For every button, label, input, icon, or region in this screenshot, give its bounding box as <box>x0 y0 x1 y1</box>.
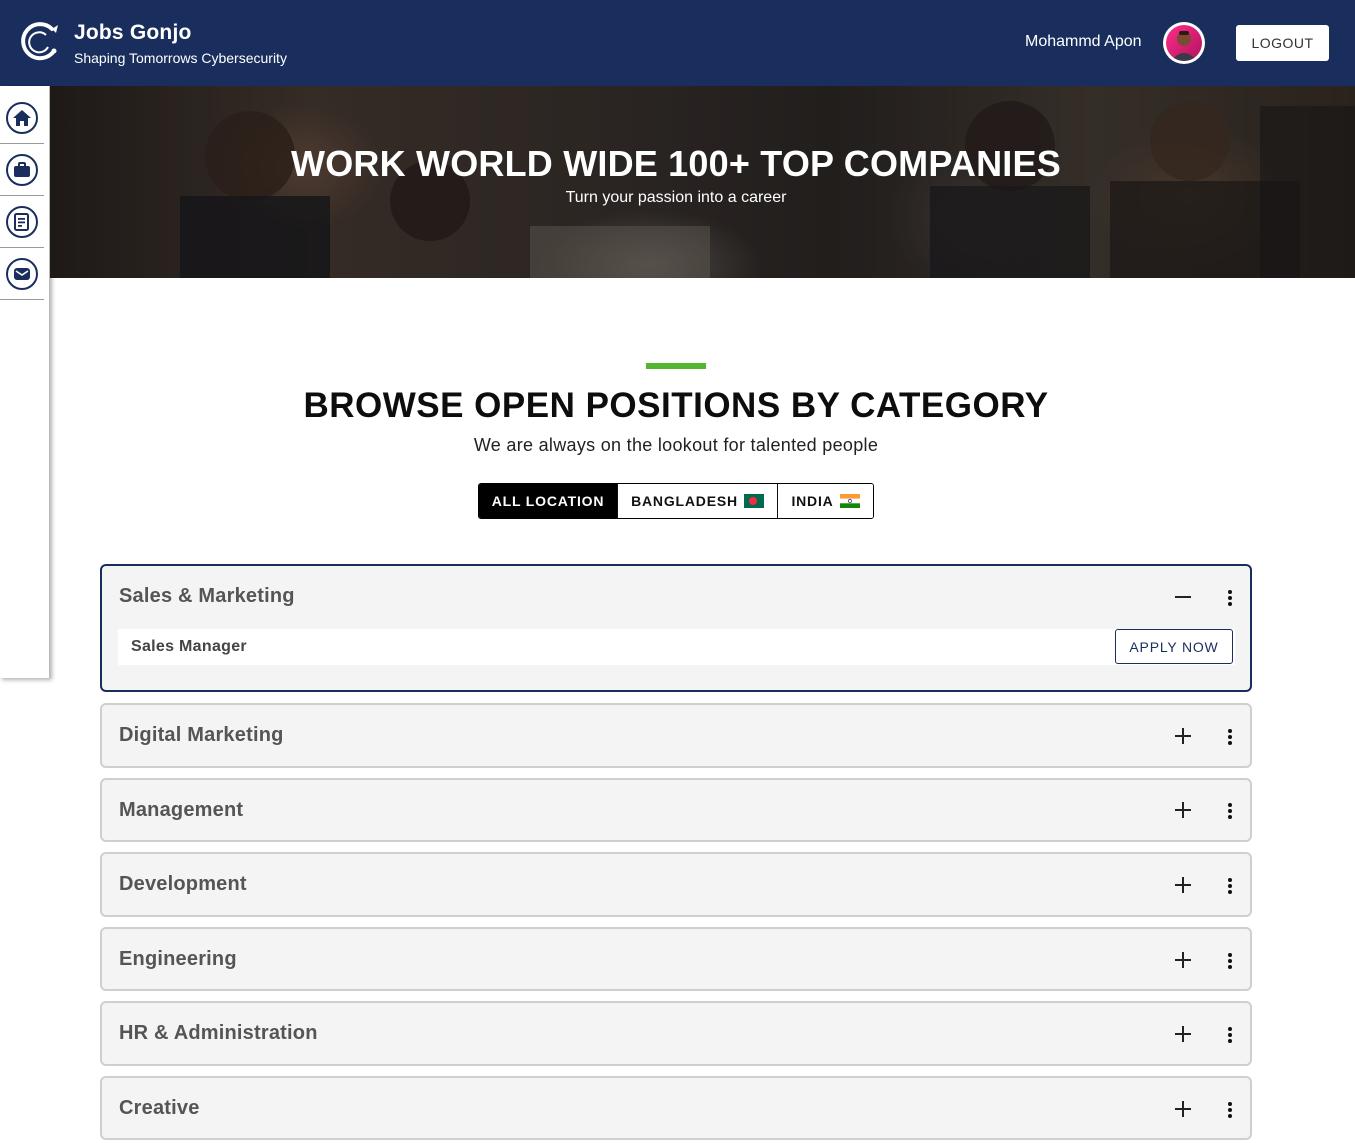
section-title: BROWSE OPEN POSITIONS BY CATEGORY <box>303 386 1049 425</box>
hero-title: WORK WORLD WIDE 100+ TOP COMPANIES <box>291 143 1061 184</box>
category-title[interactable]: Management <box>119 799 243 822</box>
more-vertical-icon[interactable] <box>1224 951 1236 971</box>
job-row: Sales Manager APPLY NOW <box>118 629 1235 665</box>
brand-title[interactable]: Jobs Gonjo <box>74 21 192 45</box>
india-flag-icon <box>839 494 860 508</box>
location-bangladesh-button[interactable]: BANGLADESH <box>617 484 777 518</box>
location-india-label: INDIA <box>791 493 834 509</box>
category-title[interactable]: Digital Marketing <box>119 724 284 747</box>
location-india-button[interactable]: INDIA <box>777 484 873 518</box>
envelope-icon <box>14 267 30 280</box>
collapse-icon[interactable] <box>1172 586 1194 608</box>
expand-icon[interactable] <box>1172 1098 1194 1120</box>
expand-icon[interactable] <box>1172 725 1194 747</box>
category-engineering[interactable]: Engineering <box>100 927 1252 991</box>
category-hr-administration[interactable]: HR & Administration <box>100 1001 1252 1066</box>
location-filter: ALL LOCATION BANGLADESH INDIA <box>478 483 874 519</box>
job-title[interactable]: Sales Manager <box>131 638 247 656</box>
document-list-icon <box>14 212 29 231</box>
avatar-image <box>1166 25 1202 61</box>
section-subtitle: We are always on the lookout for talente… <box>473 435 879 455</box>
location-bangladesh-label: BANGLADESH <box>631 493 738 509</box>
logout-button[interactable]: LOGOUT <box>1236 25 1329 61</box>
category-development[interactable]: Development <box>100 852 1252 917</box>
more-vertical-icon[interactable] <box>1224 1100 1236 1120</box>
user-avatar[interactable] <box>1163 22 1205 64</box>
more-vertical-icon[interactable] <box>1224 876 1236 896</box>
category-management[interactable]: Management <box>100 778 1252 842</box>
expand-icon[interactable] <box>1172 874 1194 896</box>
location-all-label: ALL LOCATION <box>491 493 605 509</box>
category-title[interactable]: Development <box>119 873 247 896</box>
location-all-button[interactable]: ALL LOCATION <box>479 484 617 518</box>
home-icon <box>13 109 31 126</box>
category-digital-marketing[interactable]: Digital Marketing <box>100 703 1252 768</box>
category-title[interactable]: Sales & Marketing <box>119 585 295 608</box>
brand-tagline: Shaping Tomorrows Cybersecurity <box>74 50 287 66</box>
more-vertical-icon[interactable] <box>1224 1025 1236 1045</box>
hero-subtitle: Turn your passion into a career <box>565 189 787 206</box>
category-sales-marketing: Sales & Marketing Sales Manager APPLY NO… <box>100 564 1252 692</box>
category-creative[interactable]: Creative <box>100 1076 1252 1140</box>
more-vertical-icon[interactable] <box>1224 727 1236 747</box>
more-vertical-icon[interactable] <box>1224 588 1236 608</box>
category-title[interactable]: Creative <box>119 1097 200 1120</box>
apply-now-button[interactable]: APPLY NOW <box>1115 629 1233 664</box>
expand-icon[interactable] <box>1172 949 1194 971</box>
expand-icon[interactable] <box>1172 799 1194 821</box>
more-vertical-icon[interactable] <box>1224 801 1236 821</box>
dragon-logo-icon[interactable] <box>18 21 60 63</box>
top-navbar: Jobs Gonjo Shaping Tomorrows Cybersecuri… <box>0 0 1355 86</box>
section-accent-bar <box>646 363 706 369</box>
category-title[interactable]: HR & Administration <box>119 1022 318 1045</box>
category-title[interactable]: Engineering <box>119 948 237 971</box>
sidebar-item-messages[interactable] <box>0 248 44 300</box>
bangladesh-flag-icon <box>743 494 764 508</box>
user-name: Mohammd Apon <box>1025 33 1142 50</box>
sidebar-item-home[interactable] <box>0 92 44 144</box>
expand-icon[interactable] <box>1172 1023 1194 1045</box>
